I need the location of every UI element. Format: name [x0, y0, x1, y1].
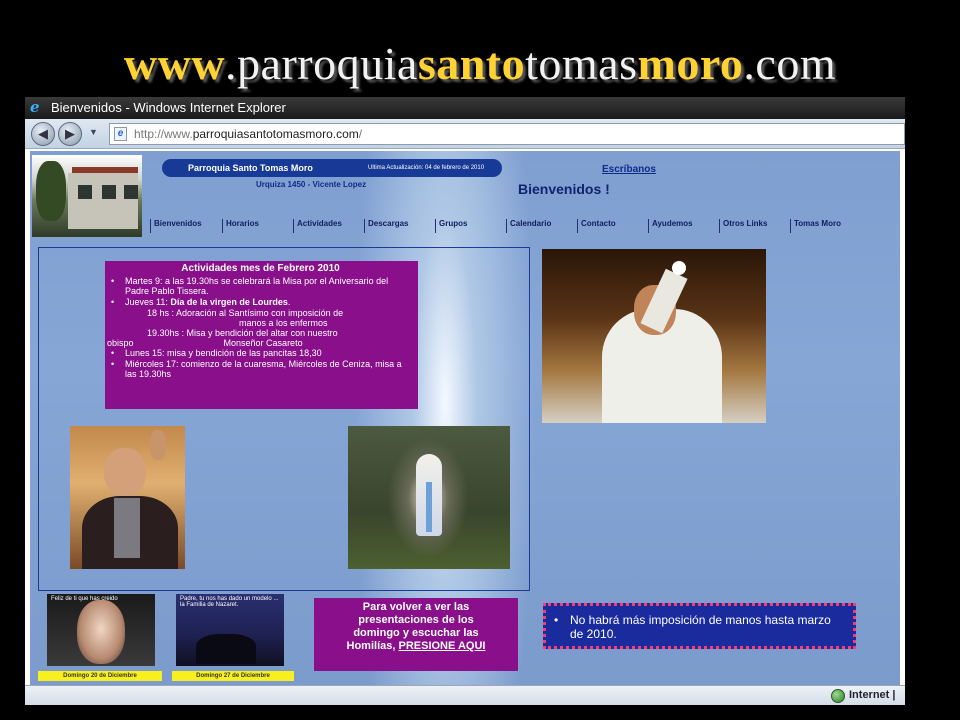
thumbnail-caption: Domingo 27 de Diciembre [172, 671, 294, 681]
browser-statusbar: Internet | [25, 685, 905, 705]
history-dropdown-icon[interactable]: ▼ [89, 127, 98, 137]
menu-item-calendario[interactable]: Calendario [506, 219, 551, 233]
activity-subitem: obispo Monseñor Casareto [107, 338, 414, 348]
menu-item-otros-links[interactable]: Otros Links [719, 219, 767, 233]
thumbnail-caption: Domingo 20 de Diciembre [38, 671, 162, 681]
activity-sub-line: obispo [107, 338, 134, 348]
activity-sub-line: manos a los enfermos [239, 318, 328, 328]
menu-item-grupos[interactable]: Grupos [435, 219, 467, 233]
homilies-line: presentaciones de los [358, 614, 474, 626]
title-part-tomas: tomas [525, 38, 638, 89]
last-update: Ultima Actualización: 04 de febrero de 2… [368, 165, 485, 171]
arrow-left-icon: ◀ [38, 126, 48, 141]
activity-sub-line: 19.30hs : Misa y bendición del altar con… [147, 328, 338, 338]
browser-navbar: ◀ ▶ ▼ e http://www.parroquiasantotomasmo… [25, 119, 905, 149]
menu-item-contacto[interactable]: Contacto [577, 219, 616, 233]
menu-item-actividades[interactable]: Actividades [293, 219, 342, 233]
menu-item-horarios[interactable]: Horarios [222, 219, 259, 233]
window-title: Bienvenidos - Windows Internet Explorer [51, 100, 286, 115]
globe-icon [831, 689, 845, 703]
priest-mass-photo [542, 249, 766, 423]
activities-title: Actividades mes de Febrero 2010 [181, 263, 340, 274]
thumbnail-text: Feliz de ti que has creido [51, 596, 118, 602]
activity-item: Martes 9: a las 19.30hs se celebrará la … [107, 276, 414, 296]
lourdes-grotto-photo [348, 426, 510, 569]
homilies-box: Para volver a ver las presentaciones de … [314, 598, 518, 671]
homilies-line: domingo y escuchar las [353, 627, 479, 639]
activities-list: Lunes 15: misa y bendición de las pancit… [107, 348, 414, 379]
address-protocol: http://www. [134, 127, 193, 141]
activity-item: Miércoles 17: comienzo de la cuaresma, M… [107, 359, 414, 379]
address-bar[interactable]: e http://www.parroquiasantotomasmoro.com… [109, 123, 905, 145]
homily-thumbnail-1[interactable]: Feliz de ti que has creido [47, 594, 155, 666]
parish-address: Urquiza 1450 - Vicente Lopez [256, 180, 367, 189]
address-host: parroquiasantotomasmoro.com [192, 127, 359, 141]
menu-item-tomas-moro[interactable]: Tomas Moro [790, 219, 841, 233]
parish-banner: Parroquia Santo Tomas Moro Ultima Actual… [162, 159, 502, 177]
title-part-www: www [123, 38, 226, 89]
security-zone[interactable]: Internet | [849, 689, 895, 701]
web-page: Parroquia Santo Tomas Moro Ultima Actual… [30, 151, 900, 685]
activities-list: Martes 9: a las 19.30hs se celebrará la … [107, 276, 414, 307]
browser-window: e Bienvenidos - Windows Internet Explore… [25, 97, 905, 705]
activity-sub-line: 18 hs : Adoración al Santísimo con impos… [147, 308, 344, 318]
activity-item: Lunes 15: misa y bendición de las pancit… [107, 348, 414, 358]
parish-name: Parroquia Santo Tomas Moro [188, 163, 313, 173]
address-path: / [358, 127, 363, 141]
activity-highlight: Día de la virgen de Lourdes [170, 297, 288, 307]
homilies-line: Homilías, PRESIONE AQUI [314, 640, 518, 653]
back-button[interactable]: ◀ [31, 122, 55, 146]
internet-explorer-icon: e [30, 98, 40, 116]
forward-button[interactable]: ▶ [58, 122, 82, 146]
welcome-heading: Bienvenidos ! [518, 181, 610, 197]
homilies-link[interactable]: PRESIONE AQUI [398, 640, 485, 652]
homily-thumbnail-2[interactable]: Padre, tu nos has dado un modelo ... la … [176, 594, 284, 666]
title-part-moro: moro [637, 38, 744, 89]
homilies-line: Para volver a ver las [362, 601, 470, 613]
menu-item-bienvenidos[interactable]: Bienvenidos [150, 219, 202, 233]
elderly-priest-photo [70, 426, 185, 569]
activity-date: Jueves 11: [125, 297, 171, 307]
activities-box: Actividades mes de Febrero 2010 Martes 9… [105, 261, 418, 409]
page-icon: e [114, 127, 127, 141]
thumbnail-text: Padre, tu nos has dado un modelo ... la … [180, 596, 279, 608]
contact-link[interactable]: Escríbanos [602, 164, 656, 175]
church-building-photo [32, 155, 142, 237]
notice-box: No habrá más imposición de manos hasta m… [543, 603, 856, 649]
activity-subitem: 18 hs : Adoración al Santísimo con impos… [107, 308, 414, 328]
title-part-santo: santo [417, 38, 526, 89]
activity-punct: . [287, 297, 291, 307]
activity-subitem: 19.30hs : Misa y bendición del altar con… [107, 328, 414, 338]
homilies-line-prefix: Homilías, [346, 640, 399, 652]
activity-sub-line: Monseñor Casareto [223, 338, 303, 348]
slide-title: www.parroquiasantotomasmoro.com [0, 38, 960, 90]
menu-item-ayudemos[interactable]: Ayudemos [648, 219, 693, 233]
menu-item-descargas[interactable]: Descargas [364, 219, 408, 233]
window-titlebar: e Bienvenidos - Windows Internet Explore… [25, 97, 905, 119]
title-part-com: .com [743, 38, 837, 89]
activity-item: Jueves 11: Día de la virgen de Lourdes. [107, 297, 414, 307]
title-part-parroquia: .parroquia [225, 38, 418, 89]
arrow-right-icon: ▶ [65, 126, 75, 141]
